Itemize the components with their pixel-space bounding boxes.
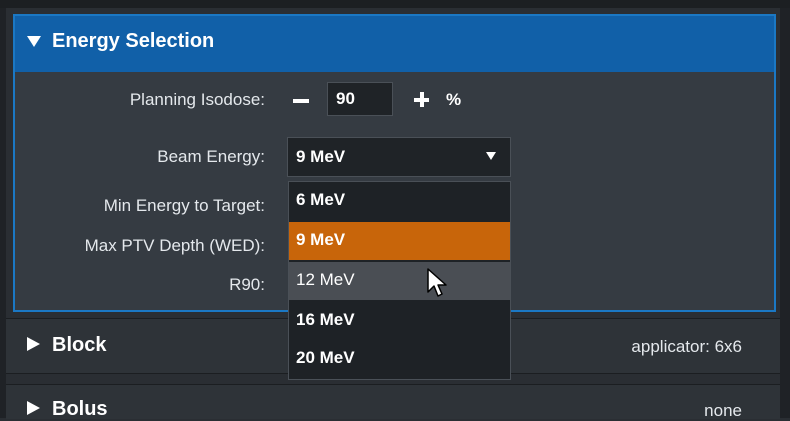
decrement-button[interactable] xyxy=(290,90,312,110)
min-energy-label: Min Energy to Target: xyxy=(103,196,265,215)
beam-energy-selected-value: 9 MeV xyxy=(296,147,346,166)
block-value: applicator: 6x6 xyxy=(631,337,742,356)
increment-button[interactable] xyxy=(412,90,432,110)
chevron-down-icon xyxy=(486,152,496,160)
dropdown-option-16mev[interactable]: 16 MeV xyxy=(289,302,510,340)
triangle-down-icon[interactable] xyxy=(27,34,41,53)
percent-unit: % xyxy=(446,90,462,109)
beam-energy-label: Beam Energy: xyxy=(157,147,265,166)
dropdown-option-12mev[interactable]: 12 MeV xyxy=(289,262,510,300)
beam-energy-dropdown-list: 6 MeV 9 MeV 12 MeV 16 MeV 20 MeV xyxy=(288,181,511,380)
dropdown-option-20mev[interactable]: 20 MeV xyxy=(289,340,510,378)
bolus-section-header[interactable] xyxy=(6,384,780,419)
energy-selection-title: Energy Selection xyxy=(52,30,215,52)
dropdown-option-6mev[interactable]: 6 MeV xyxy=(289,182,510,220)
planning-isodose-label: Planning Isodose: xyxy=(129,90,265,109)
right-border xyxy=(780,8,790,418)
beam-energy-select[interactable]: 9 MeV xyxy=(287,137,511,177)
r90-label: R90: xyxy=(229,275,265,294)
top-border xyxy=(0,0,790,8)
planning-isodose-input[interactable] xyxy=(327,82,393,116)
triangle-right-icon[interactable] xyxy=(27,337,40,356)
dropdown-option-9mev[interactable]: 9 MeV xyxy=(289,222,510,260)
triangle-right-icon[interactable] xyxy=(27,401,40,420)
block-title: Block xyxy=(52,334,107,356)
bolus-value: none xyxy=(704,401,742,420)
max-ptv-depth-label: Max PTV Depth (WED): xyxy=(84,236,265,255)
mouse-cursor-icon xyxy=(427,268,451,305)
